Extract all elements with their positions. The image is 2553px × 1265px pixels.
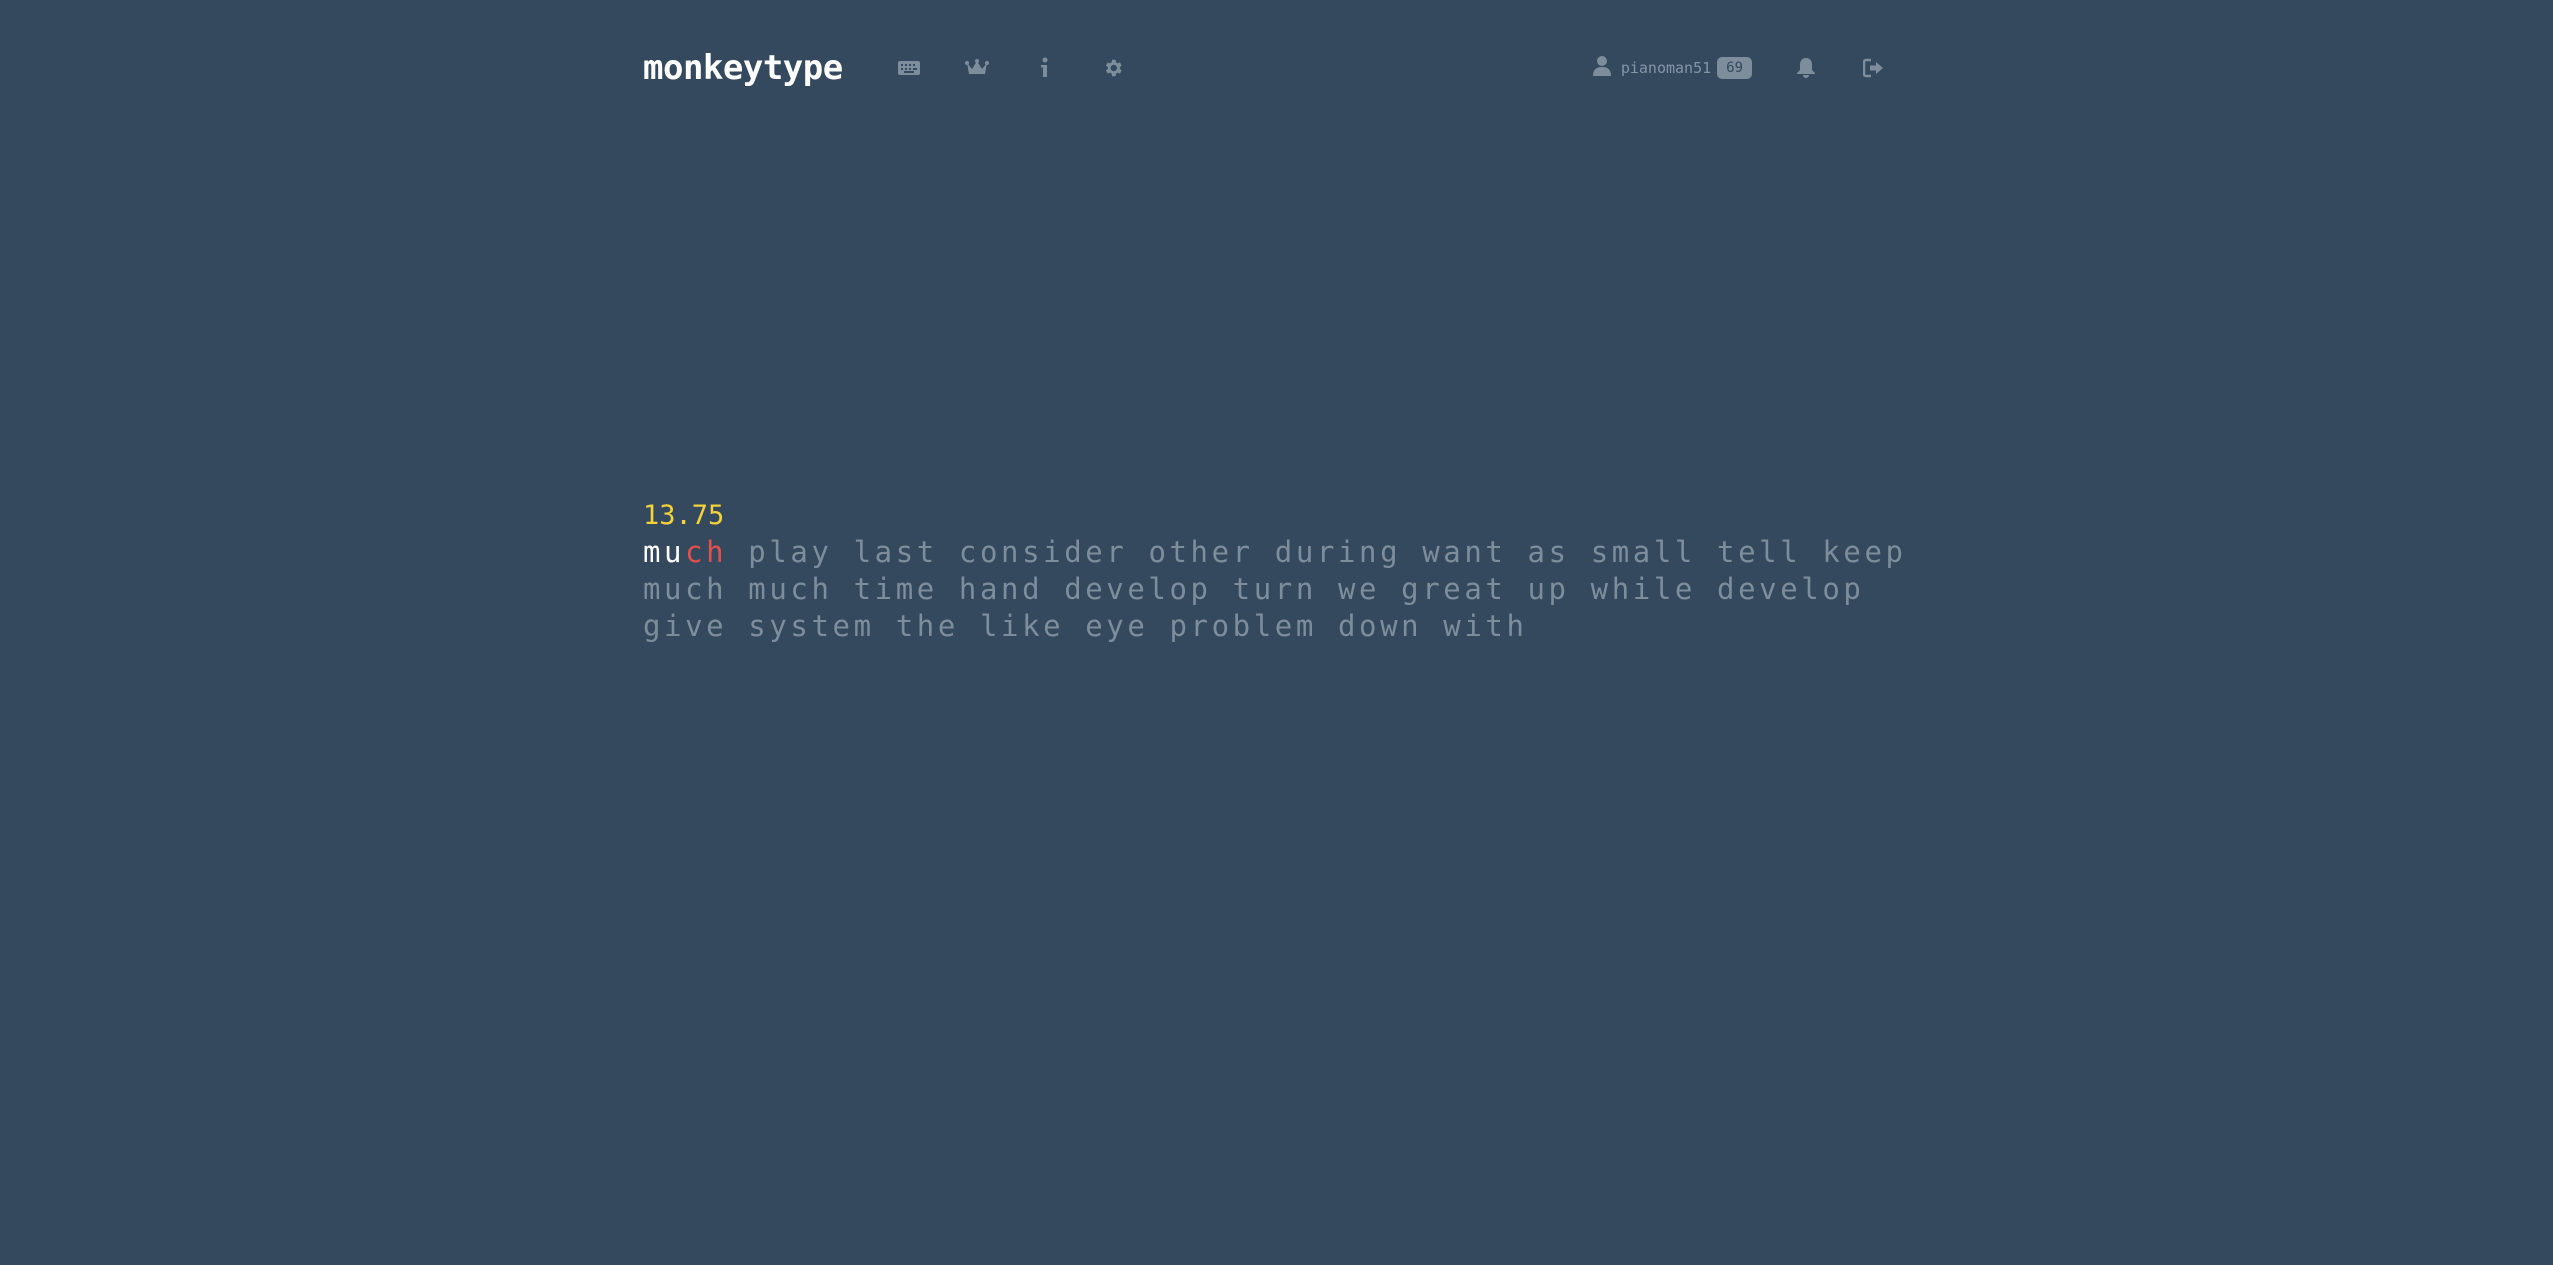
page: monkeytype pianoman51 69 13.75 much play… [0, 0, 2553, 1265]
username: pianoman51 [1620, 59, 1712, 77]
typed-correct-letters: mu [643, 535, 686, 569]
nav-left: monkeytype [643, 48, 1147, 88]
keyboard-icon[interactable] [889, 48, 929, 88]
word-line-3: give system the like eye problem down wi… [643, 609, 1528, 643]
top-nav: monkeytype pianoman51 69 [643, 40, 1908, 96]
crown-icon[interactable] [957, 48, 997, 88]
untyped-words: play last consider other during want as … [727, 535, 1907, 569]
user-icon [1592, 55, 1611, 81]
gear-icon[interactable] [1093, 48, 1133, 88]
word-line-2: much much time hand develop turn we grea… [643, 572, 1865, 606]
info-icon[interactable] [1025, 48, 1065, 88]
word-line-1: much play last consider other during wan… [643, 534, 1908, 571]
nav-right: pianoman51 69 [1592, 48, 1908, 88]
typing-test[interactable]: 13.75 much play last consider other duri… [643, 497, 1908, 645]
words-display[interactable]: much play last consider other during wan… [643, 534, 1908, 645]
bell-icon[interactable] [1786, 48, 1826, 88]
sign-out-icon[interactable] [1854, 48, 1894, 88]
level-badge: 69 [1717, 57, 1752, 79]
account-button[interactable]: pianoman51 69 [1592, 55, 1752, 81]
live-wpm-counter: 13.75 [643, 500, 725, 531]
typed-error-letters: ch [685, 535, 728, 569]
logo[interactable]: monkeytype [643, 48, 843, 88]
